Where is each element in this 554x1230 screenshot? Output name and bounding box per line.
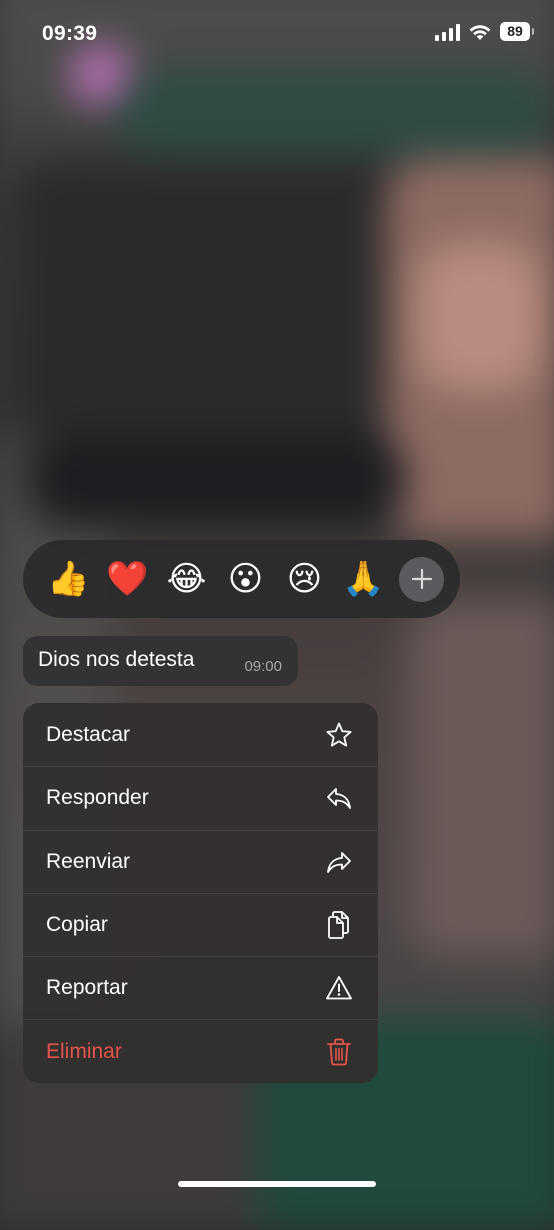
menu-item-destacar[interactable]: Destacar xyxy=(23,703,378,766)
message-timestamp: 09:00 xyxy=(244,658,282,675)
wifi-icon xyxy=(469,24,491,40)
forward-icon xyxy=(324,847,354,877)
menu-item-reenviar[interactable]: Reenviar xyxy=(23,829,378,893)
status-time: 09:39 xyxy=(42,22,98,45)
signal-icon xyxy=(435,23,460,41)
menu-item-eliminar[interactable]: Eliminar xyxy=(23,1019,378,1082)
status-icons: 89 xyxy=(435,22,534,41)
copy-icon xyxy=(324,910,354,940)
menu-item-label: Destacar xyxy=(46,722,131,746)
battery-icon: 89 xyxy=(500,22,534,41)
reaction-tears-of-joy[interactable]: 😂 xyxy=(157,550,216,609)
plus-icon xyxy=(411,568,432,590)
message-bubble[interactable]: Dios nos detesta 09:00 xyxy=(23,636,298,686)
home-indicator[interactable] xyxy=(178,1181,376,1187)
reply-icon xyxy=(324,783,354,813)
star-icon xyxy=(324,720,354,750)
menu-item-copiar[interactable]: Copiar xyxy=(23,892,378,956)
warning-icon xyxy=(324,973,354,1003)
reaction-astonished[interactable]: 😮 xyxy=(216,550,275,609)
message-text: Dios nos detesta xyxy=(38,648,195,671)
add-reaction-button[interactable] xyxy=(399,556,444,602)
menu-item-responder[interactable]: Responder xyxy=(23,766,378,829)
menu-item-label: Reenviar xyxy=(46,849,131,873)
trash-icon xyxy=(324,1037,354,1067)
message-context-menu: Destacar Responder Reenviar Copiar Repor… xyxy=(23,703,378,1083)
reaction-thumbs-up[interactable]: 👍 xyxy=(39,550,98,609)
reaction-crying[interactable]: 😢 xyxy=(275,550,334,609)
menu-item-label: Reportar xyxy=(46,976,128,1000)
reaction-folded-hands[interactable]: 🙏 xyxy=(334,550,393,609)
menu-item-label: Responder xyxy=(46,786,149,810)
menu-item-label: Copiar xyxy=(46,913,108,937)
menu-item-label: Eliminar xyxy=(46,1039,122,1063)
reaction-red-heart[interactable]: ❤️ xyxy=(98,550,157,609)
reaction-bar: 👍 ❤️ 😂 😮 😢 🙏 xyxy=(23,540,460,618)
status-bar: 09:39 89 xyxy=(0,0,554,72)
menu-item-reportar[interactable]: Reportar xyxy=(23,956,378,1019)
